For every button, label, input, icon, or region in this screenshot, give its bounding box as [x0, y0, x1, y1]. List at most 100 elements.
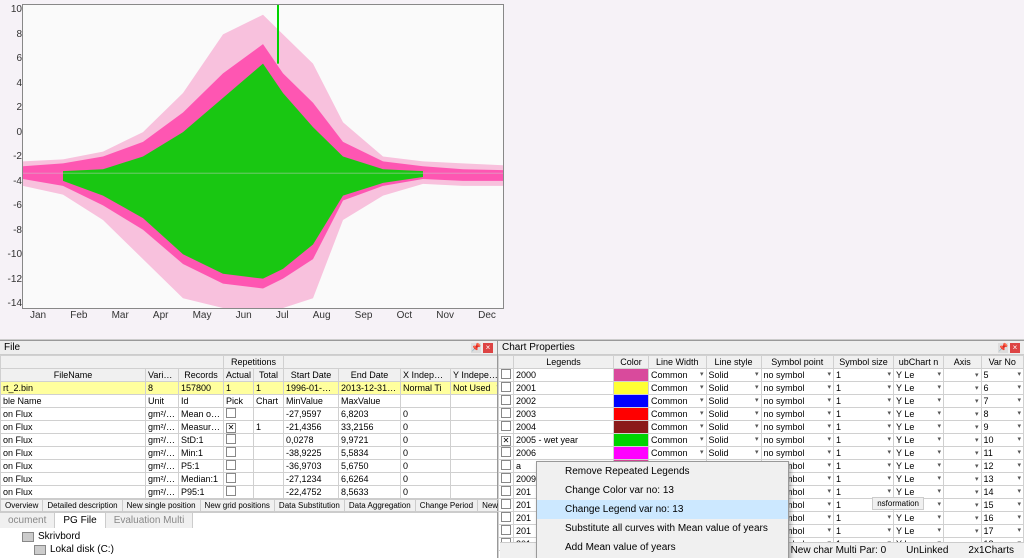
color-swatch[interactable]	[614, 447, 648, 459]
checkbox[interactable]	[501, 447, 511, 457]
column-header[interactable]: Variables	[146, 369, 179, 382]
column-header[interactable]: Actual	[224, 369, 254, 382]
dropdown-cell[interactable]: Common	[649, 395, 707, 408]
file-grid[interactable]: Repetitions FileNameVariablesRecordsActu…	[0, 355, 497, 498]
dropdown-cell[interactable]	[944, 382, 982, 395]
table-row[interactable]: 2004CommonSolidno symbol1Y Le9	[499, 421, 1024, 434]
column-header[interactable]: Symbol point	[761, 356, 834, 369]
color-swatch[interactable]	[614, 434, 648, 446]
dropdown-cell[interactable]: Y Le	[894, 447, 944, 460]
pin-icon[interactable]: 📌	[998, 343, 1008, 353]
dropdown-cell[interactable]: no symbol	[761, 408, 834, 421]
checkbox[interactable]	[501, 473, 511, 483]
checkbox[interactable]	[501, 499, 511, 509]
dropdown-cell[interactable]: 6	[981, 382, 1024, 395]
column-header[interactable]: FileName	[1, 369, 146, 382]
table-row[interactable]: on Fluxgm²/dayMedian:1-27,12346,62640	[1, 473, 498, 486]
table-row[interactable]: 2000CommonSolidno symbol1Y Le5	[499, 369, 1024, 382]
dropdown-cell[interactable]: 16	[981, 512, 1024, 525]
dropdown-cell[interactable]	[944, 369, 982, 382]
dropdown-cell[interactable]: 13	[981, 473, 1024, 486]
checkbox[interactable]	[501, 382, 511, 392]
column-header[interactable]: Symbol size	[834, 356, 894, 369]
checkbox[interactable]	[226, 460, 236, 470]
dropdown-cell[interactable]: 5	[981, 369, 1024, 382]
dropdown-cell[interactable]: Common	[649, 421, 707, 434]
column-header[interactable]: Var No	[981, 356, 1024, 369]
dropdown-cell[interactable]: no symbol	[761, 447, 834, 460]
chart-props-grid[interactable]: LegendsColorLine WidthLine styleSymbol p…	[498, 355, 1024, 558]
dropdown-cell[interactable]: Y Le	[894, 473, 944, 486]
dropdown-cell[interactable]: 1	[834, 460, 894, 473]
dropdown-cell[interactable]	[944, 486, 982, 499]
dropdown-cell[interactable]: Y Le	[894, 408, 944, 421]
dropdown-cell[interactable]: 11	[981, 447, 1024, 460]
dropdown-cell[interactable]	[944, 395, 982, 408]
dropdown-cell[interactable]: Solid	[706, 382, 761, 395]
subtab[interactable]: New grid positions	[200, 499, 275, 512]
dropdown-cell[interactable]: 17	[981, 525, 1024, 538]
subtab[interactable]: Overview	[0, 499, 43, 512]
checkbox[interactable]	[501, 525, 511, 535]
column-header[interactable]	[499, 356, 514, 369]
dropdown-cell[interactable]: 15	[981, 499, 1024, 512]
dropdown-cell[interactable]: no symbol	[761, 434, 834, 447]
context-menu-item[interactable]: Remove Repeated Legends	[537, 462, 788, 481]
column-header[interactable]: Records	[179, 369, 224, 382]
checkbox[interactable]	[226, 447, 236, 457]
maintab[interactable]: PG File	[55, 513, 105, 528]
column-header[interactable]: Axis	[944, 356, 982, 369]
checkbox[interactable]	[226, 473, 236, 483]
table-row[interactable]: 2002CommonSolidno symbol1Y Le7	[499, 395, 1024, 408]
table-row[interactable]: on Fluxgm²/dayP95:1-22,47528,56330	[1, 486, 498, 499]
context-menu-item[interactable]: Add Mean value of years	[537, 538, 788, 557]
dropdown-cell[interactable]: no symbol	[761, 382, 834, 395]
table-row[interactable]: on Fluxgm²/dayMin:1-38,92255,58340	[1, 447, 498, 460]
dropdown-cell[interactable]: Solid	[706, 434, 761, 447]
dropdown-cell[interactable]: 7	[981, 395, 1024, 408]
dropdown-cell[interactable]: Solid	[706, 447, 761, 460]
dropdown-cell[interactable]: 1	[834, 447, 894, 460]
pin-icon[interactable]: 📌	[471, 343, 481, 353]
table-row[interactable]: rt_2.bin8157800111996-01-01 00:302013-12…	[1, 382, 498, 395]
dropdown-cell[interactable]	[944, 447, 982, 460]
maintab[interactable]: Evaluation Multi	[106, 513, 194, 528]
dropdown-cell[interactable]: 1	[834, 395, 894, 408]
color-swatch[interactable]	[614, 421, 648, 433]
dropdown-cell[interactable]: no symbol	[761, 369, 834, 382]
context-menu-item[interactable]: Substitute all curves with Mean value of…	[537, 519, 788, 538]
tree-item[interactable]: Lokal disk (C:)	[4, 543, 493, 556]
column-header[interactable]: Legends	[514, 356, 614, 369]
info-tab[interactable]: nsformation	[872, 497, 924, 510]
dropdown-cell[interactable]: Solid	[706, 395, 761, 408]
dropdown-cell[interactable]: Common	[649, 447, 707, 460]
table-row[interactable]: 2003CommonSolidno symbol1Y Le8	[499, 408, 1024, 421]
color-swatch[interactable]	[614, 395, 648, 407]
dropdown-cell[interactable]	[944, 460, 982, 473]
column-header[interactable]: ubChart n	[894, 356, 944, 369]
dropdown-cell[interactable]: 12	[981, 460, 1024, 473]
dropdown-cell[interactable]: 10	[981, 434, 1024, 447]
dropdown-cell[interactable]: 1	[834, 369, 894, 382]
dropdown-cell[interactable]	[944, 408, 982, 421]
column-header[interactable]: Line Width	[649, 356, 707, 369]
context-menu[interactable]: Remove Repeated LegendsChange Color var …	[536, 461, 789, 558]
column-header[interactable]: Y Independent	[451, 369, 497, 382]
tree-item[interactable]: Skrivbord	[4, 530, 493, 543]
dropdown-cell[interactable]: 1	[834, 512, 894, 525]
dropdown-cell[interactable]: 1	[834, 382, 894, 395]
dropdown-cell[interactable]: Common	[649, 434, 707, 447]
column-header[interactable]: Color	[614, 356, 649, 369]
table-row[interactable]: on Fluxgm²/dayStD:10,02789,97210	[1, 434, 498, 447]
column-header[interactable]: X Independent	[401, 369, 451, 382]
table-row[interactable]: ✕2005 - wet yearCommonSolidno symbol1Y L…	[499, 434, 1024, 447]
dropdown-cell[interactable]: 14	[981, 486, 1024, 499]
checkbox[interactable]	[501, 486, 511, 496]
close-icon[interactable]: ×	[483, 343, 493, 353]
dropdown-cell[interactable]	[944, 473, 982, 486]
table-row[interactable]: on Fluxgm²/dayMean of Accepted Sim-27,95…	[1, 408, 498, 421]
subtab[interactable]: Detailed description	[42, 499, 122, 512]
dropdown-cell[interactable]: 1	[834, 434, 894, 447]
context-menu-item[interactable]: Change Color var no: 13	[537, 481, 788, 500]
checkbox[interactable]	[501, 395, 511, 405]
